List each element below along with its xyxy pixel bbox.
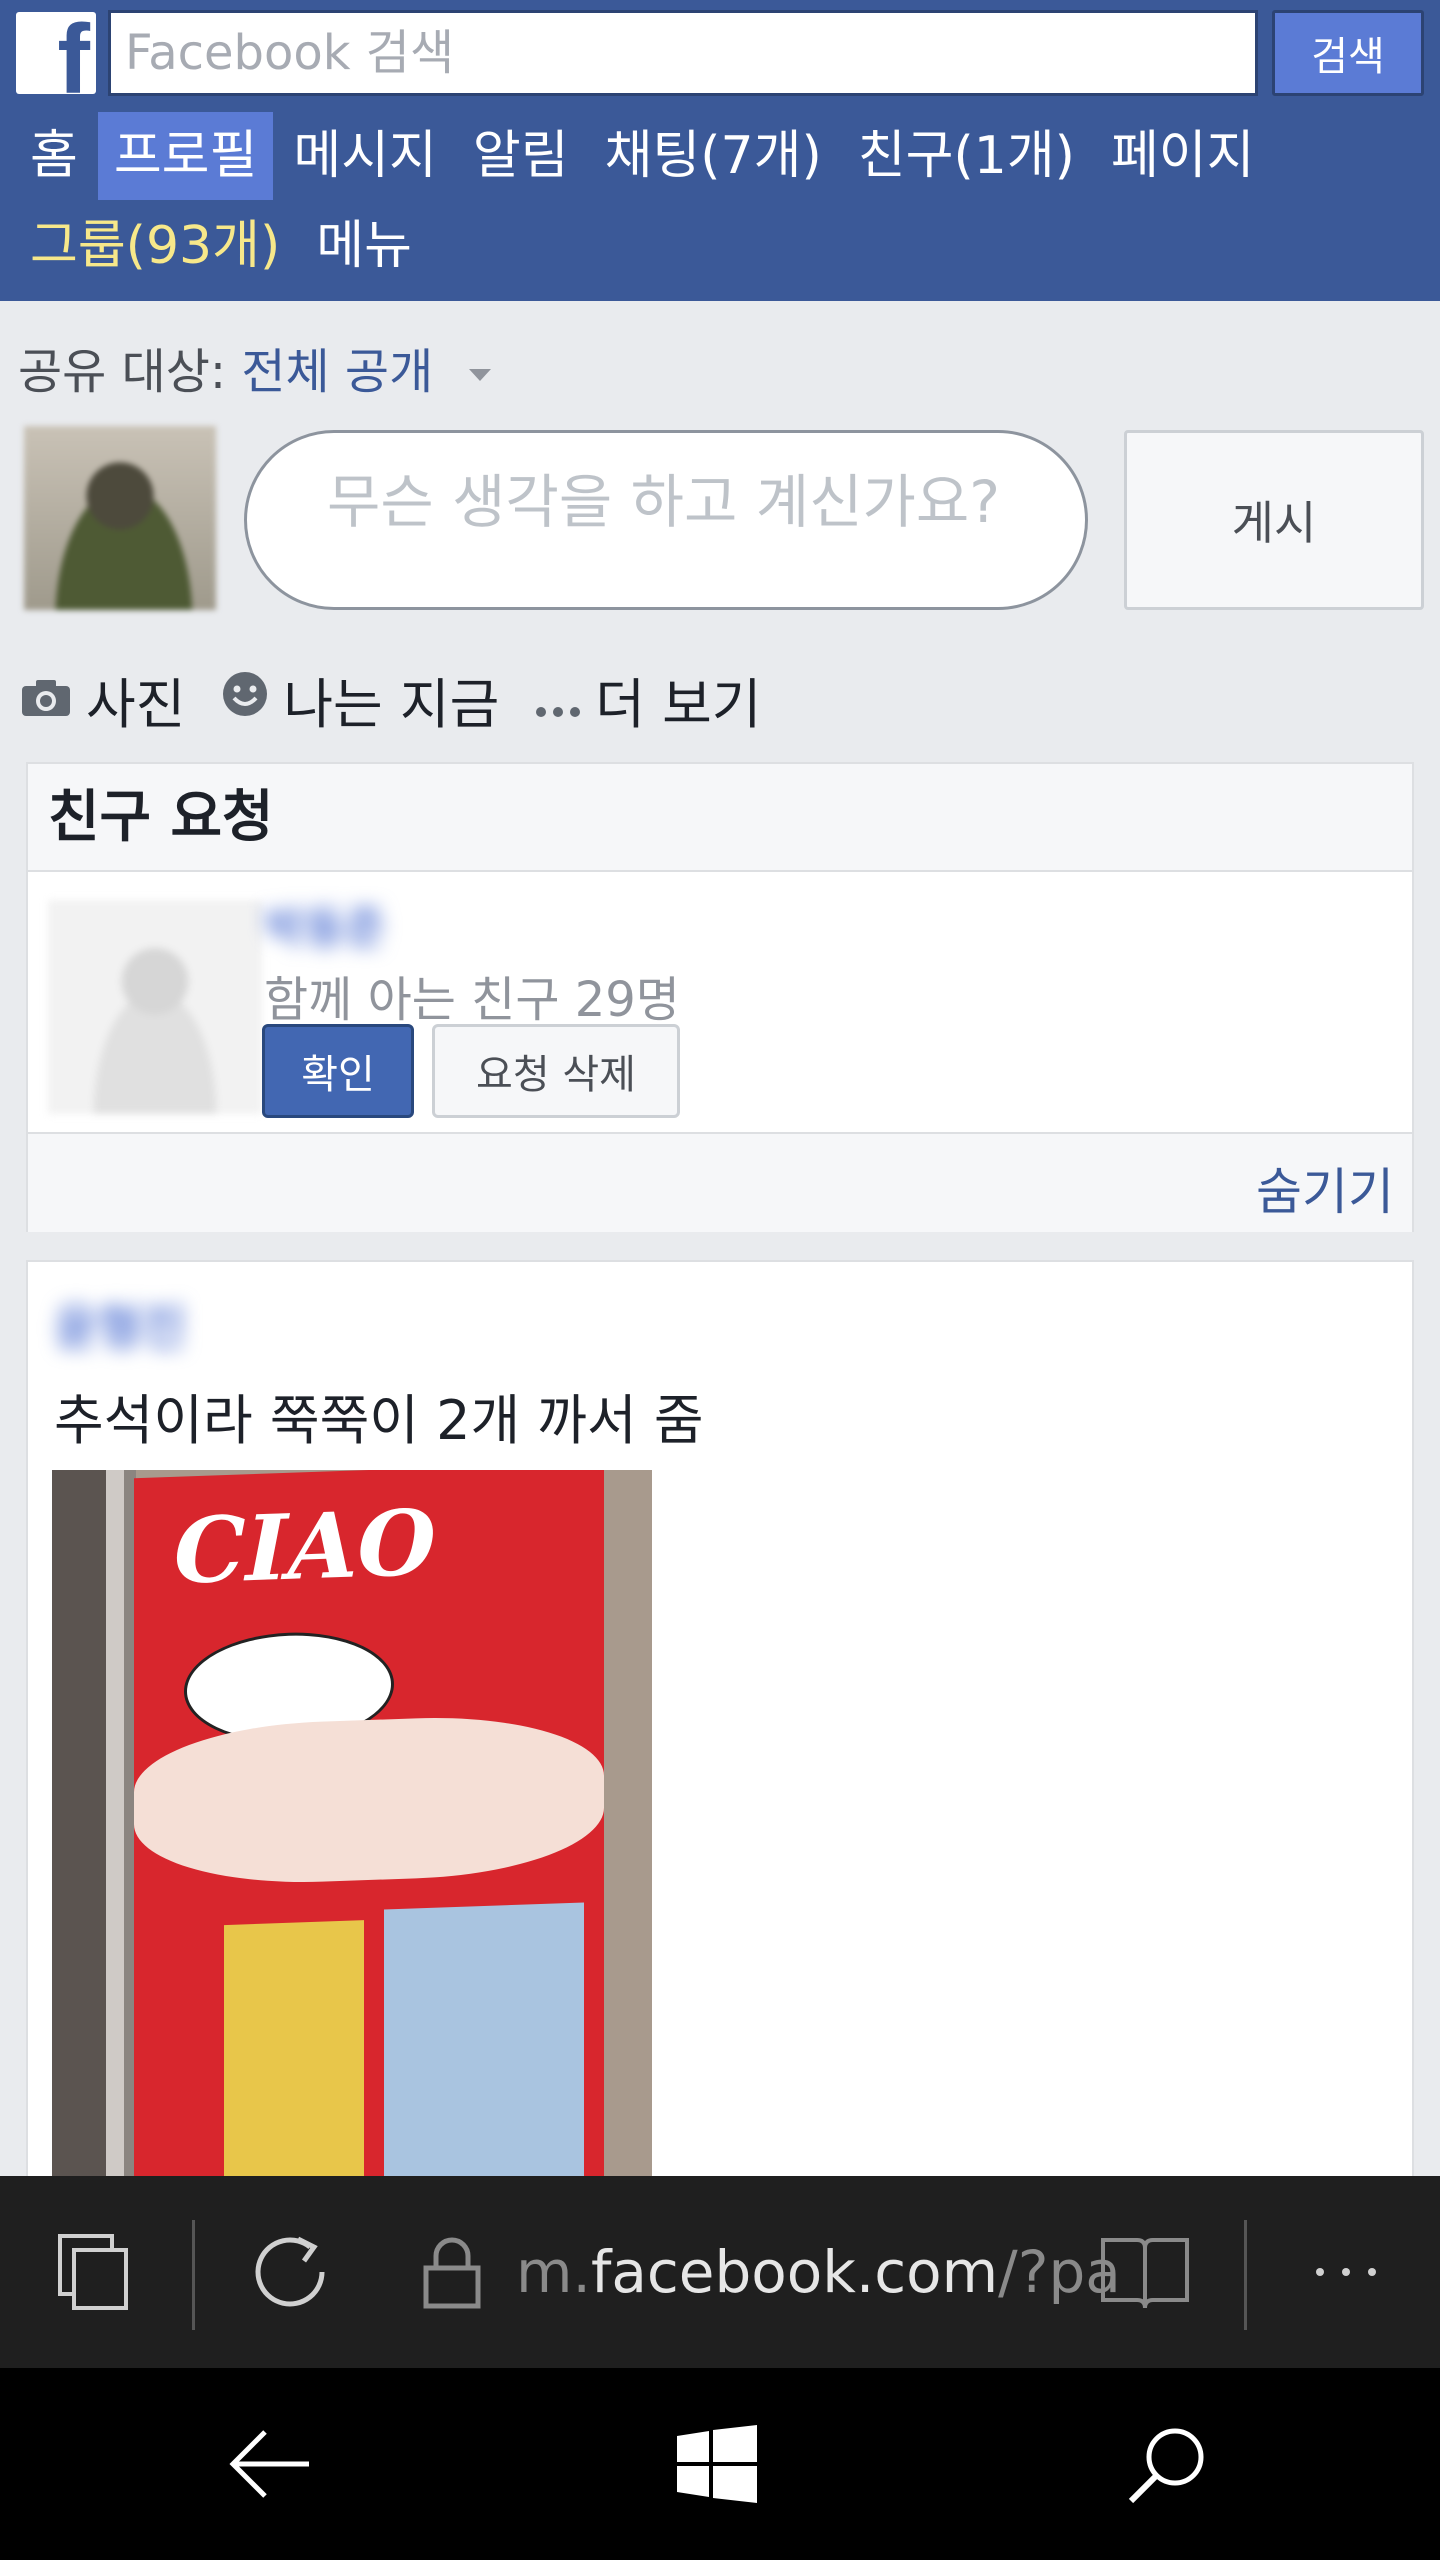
- search-button[interactable]: 검색: [1272, 10, 1424, 96]
- privacy-label: 공유 대상:: [18, 344, 227, 400]
- photo-action[interactable]: 사진: [20, 660, 185, 739]
- system-navigation-bar: [0, 2368, 1440, 2560]
- url-domain: facebook.com: [590, 2238, 999, 2306]
- more-action[interactable]: 더 보기: [535, 660, 761, 739]
- more-dots-icon: [535, 668, 581, 731]
- main-nav-row-2: 그룹(93개) 메뉴: [14, 202, 432, 290]
- privacy-selector[interactable]: 공유 대상: 전체 공개: [18, 332, 491, 402]
- avatar[interactable]: [24, 426, 216, 610]
- camera-icon: [20, 668, 72, 731]
- composer-actions: 사진 나는 지금 더 보기: [20, 660, 797, 739]
- friend-request-card: 친구 요청 박동준 함께 아는 친구 29명 확인 요청 삭제 숨기기: [26, 762, 1414, 1232]
- package-brand-label: CIAO: [174, 1489, 436, 1605]
- more-action-label: 더 보기: [595, 673, 762, 736]
- hide-link[interactable]: 숨기기: [1256, 1152, 1394, 1224]
- nav-chat[interactable]: 채팅(7개): [589, 112, 838, 200]
- main-nav: 홈 프로필 메시지 알림 채팅(7개) 친구(1개) 페이지: [14, 112, 1275, 200]
- photo-action-label: 사진: [86, 673, 186, 736]
- facebook-header: f 검색 홈 프로필 메시지 알림 채팅(7개) 친구(1개) 페이지 그룹(9…: [0, 0, 1440, 301]
- post-text: 추석이라 쭉쭉이 2개 까서 줌: [54, 1389, 704, 1452]
- toolbar-separator: [1244, 2220, 1247, 2330]
- back-arrow-icon[interactable]: [170, 2368, 370, 2560]
- nav-friends[interactable]: 친구(1개): [842, 112, 1091, 200]
- privacy-value: 전체 공개: [241, 344, 434, 400]
- package-yellow-panel: [224, 1920, 364, 2190]
- friend-request-title: 친구 요청: [28, 764, 1412, 872]
- windows-start-icon[interactable]: [617, 2368, 817, 2560]
- nav-home[interactable]: 홈: [14, 112, 94, 200]
- friend-request-photo[interactable]: [48, 900, 262, 1114]
- search-icon[interactable]: [1068, 2368, 1268, 2560]
- reading-view-icon[interactable]: [1090, 2176, 1200, 2368]
- url-prefix: m.: [516, 2238, 591, 2306]
- address-bar[interactable]: m.facebook.com/?pa: [516, 2176, 1121, 2368]
- search-input[interactable]: [108, 10, 1258, 96]
- facebook-logo-icon[interactable]: f: [16, 12, 96, 94]
- product-package-image: CIAO: [134, 1470, 604, 2190]
- refresh-icon[interactable]: [236, 2176, 346, 2368]
- feed-post: 윤형진 추석이라 쭉쭉이 2개 까서 줌 CIAO: [26, 1260, 1414, 2200]
- lock-icon: [412, 2176, 492, 2368]
- status-input[interactable]: [244, 430, 1088, 610]
- package-stripe: [134, 1711, 604, 1889]
- nav-notifications[interactable]: 알림: [457, 112, 585, 200]
- nav-groups[interactable]: 그룹(93개): [14, 202, 296, 290]
- nav-menu[interactable]: 메뉴: [300, 202, 428, 290]
- more-options-icon[interactable]: [1296, 2176, 1396, 2368]
- delete-request-button[interactable]: 요청 삭제: [432, 1024, 680, 1118]
- toolbar-separator: [192, 2220, 195, 2330]
- post-photo[interactable]: CIAO: [52, 1470, 652, 2190]
- tabs-icon[interactable]: [40, 2176, 150, 2368]
- friend-request-name[interactable]: 박동준: [264, 892, 385, 956]
- package-blue-panel: [384, 1902, 584, 2190]
- friend-request-footer: 숨기기: [28, 1132, 1412, 1232]
- browser-toolbar: m.facebook.com/?pa: [0, 2176, 1440, 2368]
- nav-pages[interactable]: 페이지: [1095, 112, 1271, 200]
- confirm-request-button[interactable]: 확인: [262, 1024, 414, 1118]
- mutual-friends-count[interactable]: 함께 아는 친구 29명: [264, 960, 680, 1030]
- nav-messages[interactable]: 메시지: [277, 112, 453, 200]
- smiley-icon: [221, 668, 269, 731]
- feeling-action[interactable]: 나는 지금: [221, 660, 499, 739]
- post-author[interactable]: 윤형진: [54, 1288, 186, 1358]
- nav-profile[interactable]: 프로필: [97, 112, 274, 200]
- feeling-action-label: 나는 지금: [283, 673, 500, 736]
- caret-down-icon: [468, 369, 491, 381]
- post-button[interactable]: 게시: [1124, 430, 1424, 610]
